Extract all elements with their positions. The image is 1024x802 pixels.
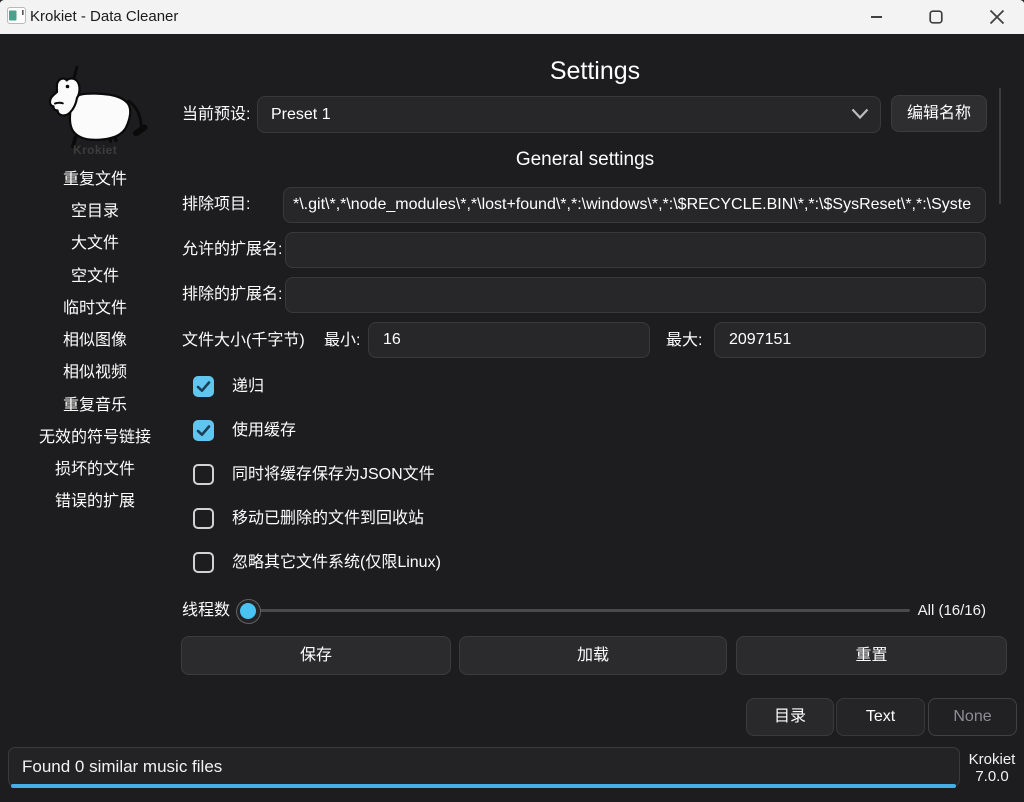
svg-text:Krokiet: Krokiet	[73, 143, 117, 157]
